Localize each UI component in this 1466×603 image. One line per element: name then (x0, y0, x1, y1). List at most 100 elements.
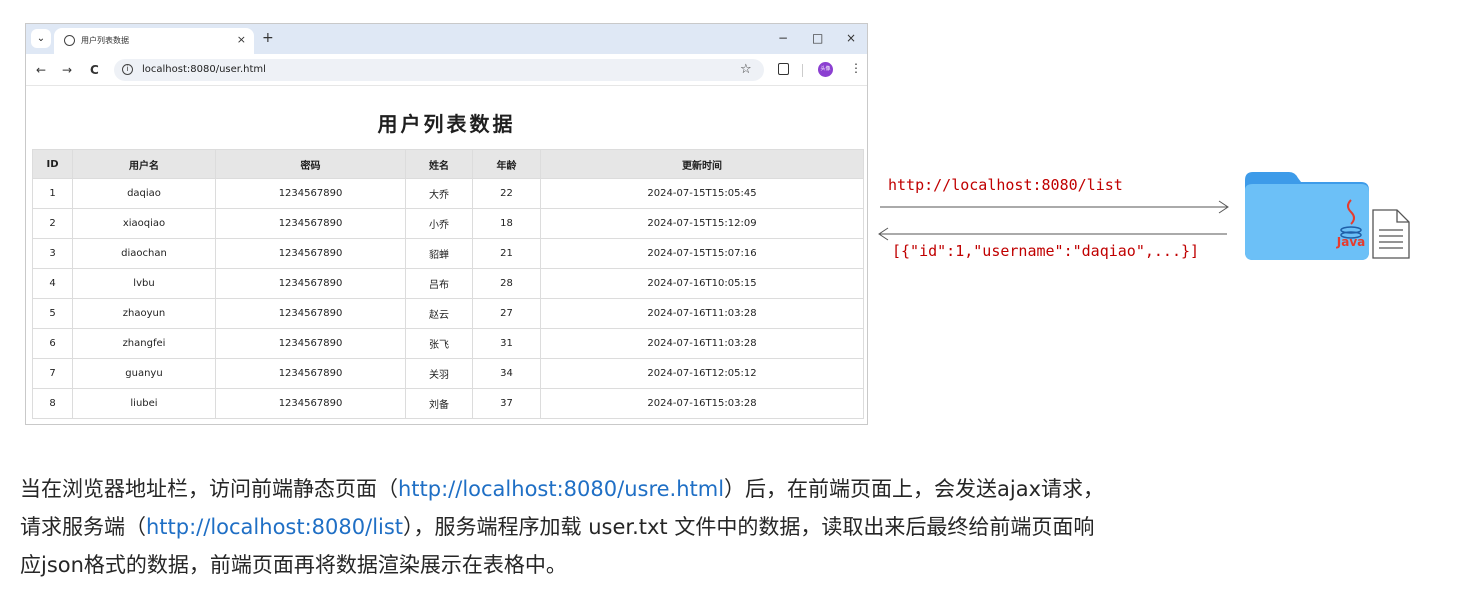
paragraph-text: ），服务端程序加载 user.txt 文件中的数据，读取出来后最终给前端页面响 (403, 515, 1095, 539)
column-header: 姓名 (405, 149, 473, 179)
address-bar: ← → C i localhost:8080/user.html ☆ 头像 ⋮ (26, 54, 867, 86)
table-cell: 3 (32, 238, 73, 269)
table-cell: 1234567890 (215, 208, 406, 239)
list-api-link[interactable]: http://localhost:8080/list (146, 515, 403, 539)
table-cell: 21 (472, 238, 541, 269)
column-header: 更新时间 (540, 149, 864, 179)
column-header: 用户名 (72, 149, 216, 179)
table-cell: 2024-07-15T15:05:45 (540, 178, 864, 209)
tab-close-button[interactable]: × (237, 33, 246, 46)
table-cell: 1 (32, 178, 73, 209)
table-cell: 1234567890 (215, 178, 406, 209)
table-cell: 28 (472, 268, 541, 299)
url-text[interactable]: localhost:8080/user.html (142, 64, 266, 75)
table-cell: 31 (472, 328, 541, 359)
table-cell: daqiao (72, 178, 216, 209)
table-cell: 7 (32, 358, 73, 389)
column-header: 密码 (215, 149, 406, 179)
table-cell: 小乔 (405, 208, 473, 239)
table-cell: 2024-07-16T12:05:12 (540, 358, 864, 389)
minimize-button[interactable]: − (778, 31, 788, 45)
maximize-button[interactable]: □ (812, 31, 823, 45)
column-header: 年龄 (472, 149, 541, 179)
menu-icon[interactable]: ⋮ (850, 61, 862, 75)
table-cell: 6 (32, 328, 73, 359)
table-row: 6 zhangfei 1234567890 张飞 31 2024-07-16T11:03:… (32, 328, 864, 359)
table-cell: 1234567890 (215, 388, 406, 419)
table-cell: 1234567890 (215, 358, 406, 389)
browser-window: ⌄ 用户列表数据 × + − □ × ← → C i localhost:808… (25, 23, 868, 425)
forward-button[interactable]: → (62, 63, 72, 77)
table-cell: 2024-07-16T15:03:28 (540, 388, 864, 419)
table-cell: 赵云 (405, 298, 473, 329)
table-cell: 2024-07-16T11:03:28 (540, 298, 864, 329)
text-file-icon (1372, 209, 1410, 259)
table-cell: 18 (472, 208, 541, 239)
table-cell: 1234567890 (215, 298, 406, 329)
table-row: 5 zhaoyun 1234567890 赵云 27 2024-07-16T11:03:2… (32, 298, 864, 329)
request-response-arrows (878, 200, 1229, 241)
table-cell: 34 (472, 358, 541, 389)
paragraph-text: 应json格式的数据，前端页面再将数据渲染展示在表格中。 (20, 553, 567, 577)
omnibox[interactable]: i localhost:8080/user.html (114, 59, 764, 81)
page-title: 用户列表数据 (377, 112, 516, 136)
table-body: 1 daqiao 1234567890 大乔 22 2024-07-15T15:05:45… (32, 178, 864, 419)
table-cell: diaochan (72, 238, 216, 269)
back-button[interactable]: ← (36, 63, 46, 77)
table-cell: guanyu (72, 358, 216, 389)
table-cell: 2 (32, 208, 73, 239)
table-cell: 2024-07-15T15:07:16 (540, 238, 864, 269)
table-cell: 关羽 (405, 358, 473, 389)
tab-bar: ⌄ 用户列表数据 × + − □ × (26, 24, 867, 54)
table-cell: 1234567890 (215, 328, 406, 359)
column-header: ID (32, 149, 73, 179)
table-cell: 吕布 (405, 268, 473, 299)
user-table: ID 用户名 密码 姓名 年龄 更新时间 1 daqiao 1234567890 大乔… (32, 149, 864, 419)
table-cell: lvbu (72, 268, 216, 299)
paragraph-text: ）后，在前端页面上，会发送ajax请求， (724, 477, 1105, 501)
table-row: 4 lvbu 1234567890 吕布 28 2024-07-16T10:05:15 (32, 268, 864, 299)
tab-search-button[interactable]: ⌄ (31, 29, 51, 48)
table-row: 7 guanyu 1234567890 关羽 34 2024-07-16T12:05:12 (32, 358, 864, 389)
table-cell: 张飞 (405, 328, 473, 359)
java-label: Java (1336, 235, 1365, 249)
paragraph-text: 当在浏览器地址栏，访问前端静态页面（ (20, 477, 398, 501)
new-tab-button[interactable]: + (262, 30, 274, 46)
table-row: 3 diaochan 1234567890 貂蝉 21 2024-07-15T15:07:… (32, 238, 864, 269)
usre-html-link[interactable]: http://localhost:8080/usre.html (398, 477, 724, 501)
table-cell: 2024-07-16T11:03:28 (540, 328, 864, 359)
extensions-icon[interactable] (778, 63, 789, 75)
profile-avatar[interactable]: 头像 (818, 62, 833, 77)
description-paragraph: 当在浏览器地址栏，访问前端静态页面（http://localhost:8080/… (20, 470, 1440, 584)
table-cell: 1234567890 (215, 238, 406, 269)
tab-title: 用户列表数据 (81, 36, 129, 45)
table-cell: 刘备 (405, 388, 473, 419)
table-cell: 2024-07-15T15:12:09 (540, 208, 864, 239)
toolbar-divider (802, 64, 803, 77)
table-cell: liubei (72, 388, 216, 419)
request-url-label: http://localhost:8080/list (888, 176, 1123, 194)
java-folder-icon: Java (1245, 172, 1369, 260)
table-cell: 8 (32, 388, 73, 419)
table-row: 1 daqiao 1234567890 大乔 22 2024-07-15T15:05:45 (32, 178, 864, 209)
response-json-label: [{"id":1,"username":"daqiao",...}] (892, 242, 1200, 260)
table-cell: zhaoyun (72, 298, 216, 329)
table-cell: 1234567890 (215, 268, 406, 299)
table-row: 2 xiaoqiao 1234567890 小乔 18 2024-07-15T15:12:… (32, 208, 864, 239)
bookmark-star-icon[interactable]: ☆ (740, 62, 752, 77)
table-cell: 27 (472, 298, 541, 329)
browser-tab[interactable]: 用户列表数据 × (54, 28, 254, 54)
canvas: ⌄ 用户列表数据 × + − □ × ← → C i localhost:808… (0, 0, 1466, 603)
table-cell: 22 (472, 178, 541, 209)
table-cell: 大乔 (405, 178, 473, 209)
table-cell: zhangfei (72, 328, 216, 359)
table-cell: 2024-07-16T10:05:15 (540, 268, 864, 299)
table-cell: 37 (472, 388, 541, 419)
table-cell: 5 (32, 298, 73, 329)
table-cell: 貂蝉 (405, 238, 473, 269)
table-cell: xiaoqiao (72, 208, 216, 239)
close-window-button[interactable]: × (846, 31, 856, 45)
site-info-icon[interactable]: i (122, 64, 133, 75)
reload-button[interactable]: C (90, 63, 99, 77)
globe-icon (64, 35, 75, 46)
